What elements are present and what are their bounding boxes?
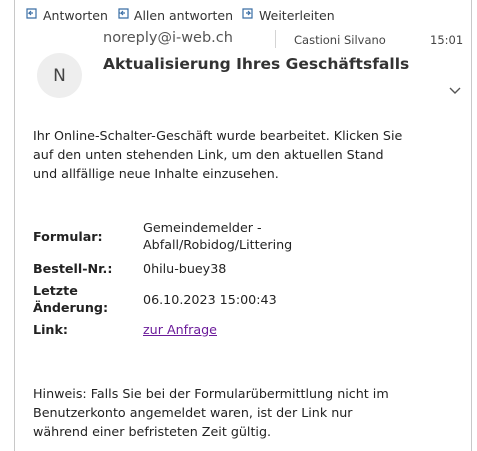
header-divider (275, 30, 276, 48)
link-label: Link: (33, 321, 68, 337)
form-value-line: Gemeindemelder - (143, 220, 262, 235)
mail-reading-pane: Antworten Allen antworten Weiterleiten N… (14, 0, 472, 451)
recipient-name[interactable]: Castioni Silvano (294, 33, 386, 47)
table-row: Link: zur Anfrage (33, 318, 292, 340)
order-value: 0hilu-buey38 (143, 260, 227, 276)
request-link[interactable]: zur Anfrage (143, 322, 217, 337)
form-label: Formular: (33, 228, 103, 244)
received-time: 15:01 (430, 33, 464, 47)
mail-body: Ihr Online-Schalter-Geschäft wurde bearb… (33, 126, 463, 439)
reply-label: Antworten (43, 7, 108, 23)
request-details-table: Formular: Gemeindemelder - Abfall/Robido… (33, 216, 292, 340)
form-value: Gemeindemelder - Abfall/Robidog/Litterin… (143, 216, 292, 256)
changed-label-line: Änderung: (33, 300, 109, 315)
forward-label: Weiterleiten (259, 7, 335, 23)
note-line: während einer befristeten Zeit gültig. (33, 424, 272, 439)
intro-line: und allfällige neue Inhalte einzusehen. (33, 166, 279, 181)
reply-all-label: Allen antworten (133, 7, 233, 23)
note-text: Hinweis: Falls Sie bei der Formularüberm… (33, 384, 389, 441)
order-label: Bestell-Nr.: (33, 260, 113, 276)
form-value-line: Abfall/Robidog/Littering (143, 237, 293, 252)
forward-icon (241, 7, 259, 24)
intro-text: Ihr Online-Schalter-Geschäft wurde bearb… (33, 126, 463, 183)
forward-button[interactable]: Weiterleiten (241, 7, 335, 24)
reply-all-button[interactable]: Allen antworten (116, 7, 233, 24)
sender-avatar[interactable]: N (37, 53, 82, 98)
mail-subject: Aktualisierung Ihres Geschäftsfalls (103, 55, 410, 73)
table-row: Formular: Gemeindemelder - Abfall/Robido… (33, 216, 292, 256)
changed-label: Letzte Änderung: (33, 280, 143, 318)
table-row: Bestell-Nr.: 0hilu-buey38 (33, 256, 292, 280)
changed-label-line: Letzte (33, 283, 78, 298)
mail-actions-toolbar: Antworten Allen antworten Weiterleiten (25, 6, 343, 24)
chevron-down-icon (448, 81, 462, 100)
reply-icon (25, 7, 43, 24)
reply-all-icon (116, 7, 134, 24)
changed-value: 06.10.2023 15:00:43 (143, 291, 277, 307)
note-line: Hinweis: Falls Sie bei der Formularüberm… (33, 386, 389, 401)
intro-line: auf den unten stehenden Link, um den akt… (33, 147, 384, 162)
note-line: Benutzerkonto angemeldet waren, ist der … (33, 405, 353, 420)
reply-button[interactable]: Antworten (25, 7, 108, 24)
intro-line: Ihr Online-Schalter-Geschäft wurde bearb… (33, 128, 403, 143)
sender-address[interactable]: noreply@i-web.ch (103, 30, 233, 46)
avatar-initial: N (53, 65, 66, 86)
expand-header-button[interactable] (448, 81, 462, 94)
table-row: Letzte Änderung: 06.10.2023 15:00:43 (33, 280, 292, 318)
